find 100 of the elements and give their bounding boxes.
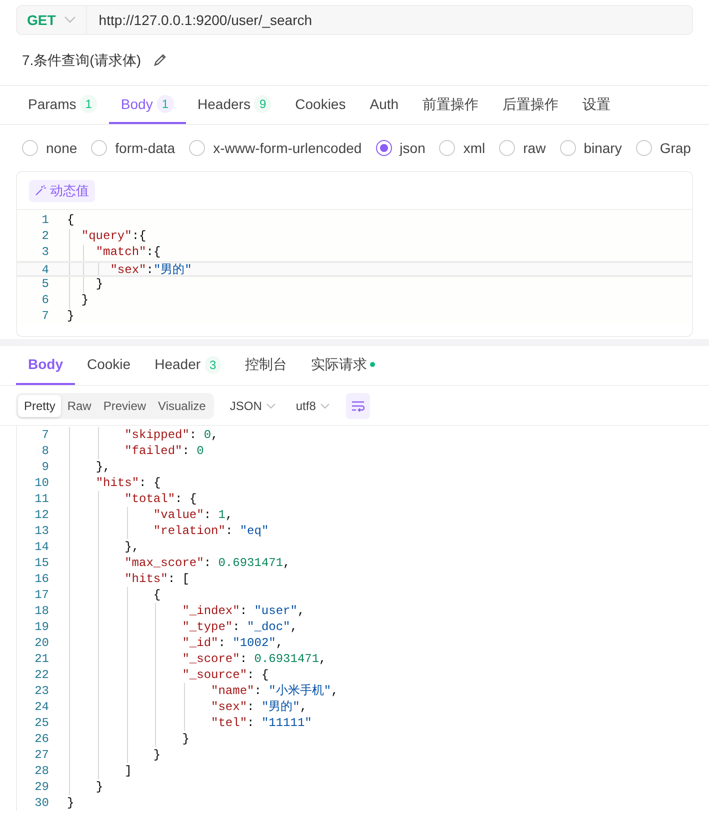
tab[interactable]: Body 1	[108, 86, 186, 124]
view-mode-tab[interactable]: Visualize	[152, 394, 212, 416]
line-number: 20	[34, 635, 50, 651]
count-badge: 1	[156, 95, 174, 113]
code-line: "_type": "_doc",	[181, 620, 298, 634]
line-number: 15	[34, 555, 50, 571]
code-line: {	[152, 588, 161, 602]
radio-button[interactable]	[22, 140, 38, 156]
line-number: 24	[34, 699, 50, 715]
code-line: "_index": "user",	[181, 604, 305, 618]
code-line: }	[152, 748, 161, 762]
code-line: "_score": 0.6931471,	[181, 652, 326, 666]
tab[interactable]: Headers 9	[186, 86, 284, 124]
line-number: 29	[34, 779, 50, 795]
code-line: "query":{	[80, 229, 146, 243]
code-line: "_id": "1002",	[181, 636, 284, 650]
code-line: "name": "小米手机",	[210, 684, 338, 698]
count-badge: 3	[204, 356, 222, 374]
line-number: 4	[40, 263, 50, 275]
code-line: "max_score": 0.6931471,	[124, 556, 290, 570]
line-number: 13	[34, 523, 50, 539]
code-line: },	[94, 460, 110, 474]
code-line: "sex":"男的"	[109, 263, 192, 277]
code-line: }	[94, 277, 104, 291]
line-number: 7	[40, 309, 50, 325]
dropdown[interactable]: JSON	[226, 396, 280, 414]
edit-icon[interactable]	[153, 53, 167, 67]
tab[interactable]: Body	[16, 346, 75, 385]
magic-wand-icon	[35, 185, 46, 196]
chevron-down-icon	[64, 16, 76, 24]
radio-label: xml	[463, 138, 486, 158]
view-mode-tab[interactable]: Raw	[61, 394, 98, 416]
line-number: 21	[34, 651, 50, 667]
code-line: "match":{	[94, 245, 161, 259]
line-number: 12	[34, 507, 50, 523]
view-mode-tab[interactable]: Pretty	[18, 394, 62, 416]
code-line: }	[67, 309, 74, 323]
radio-button[interactable]	[636, 140, 652, 156]
line-number: 14	[34, 539, 50, 555]
line-number: 3	[40, 245, 50, 261]
tab[interactable]: 设置	[570, 86, 623, 124]
view-mode-tab[interactable]: Preview	[97, 394, 152, 416]
radio-button[interactable]	[376, 140, 392, 156]
line-number: 9	[40, 459, 50, 475]
chevron-down-icon	[320, 402, 330, 408]
url-field[interactable]: http://127.0.0.1:9200/user/_search	[86, 10, 312, 30]
code-line: "total": {	[124, 492, 197, 506]
code-line: "hits": [	[124, 572, 190, 586]
line-number: 22	[34, 667, 50, 683]
tab[interactable]: Header 3	[142, 346, 234, 385]
radio-button[interactable]	[189, 140, 206, 156]
line-number: 23	[34, 683, 50, 699]
count-badge: 1	[80, 95, 97, 113]
code-line: "sex": "男的",	[210, 700, 308, 714]
code-line: "skipped": 0,	[124, 428, 218, 442]
code-line: }	[80, 293, 89, 307]
tab[interactable]: 实际请求	[299, 346, 388, 385]
code-line: }	[94, 780, 104, 794]
tab[interactable]: 后置操作	[490, 86, 571, 124]
code-line: "failed": 0	[124, 444, 204, 458]
line-number: 16	[34, 571, 50, 587]
chevron-down-icon	[266, 402, 276, 408]
line-number: 8	[40, 443, 50, 459]
line-number: 11	[34, 491, 50, 507]
radio-label: raw	[523, 138, 546, 158]
tab[interactable]: Params 1	[16, 86, 109, 124]
code-line: "value": 1,	[152, 508, 233, 522]
wrap-lines-button[interactable]	[346, 392, 370, 418]
line-number: 5	[40, 277, 50, 293]
radio-button[interactable]	[439, 140, 456, 156]
tab[interactable]: Cookies	[283, 86, 358, 124]
code-line: "tel": "11111"	[210, 716, 312, 730]
line-number: 2	[40, 229, 50, 245]
tab[interactable]: 控制台	[233, 346, 300, 385]
tab[interactable]: Auth	[358, 86, 411, 124]
radio-button[interactable]	[499, 140, 516, 156]
tab[interactable]: Cookie	[75, 346, 143, 385]
radio-button[interactable]	[91, 140, 108, 156]
code-line: "_source": {	[181, 668, 269, 682]
radio-label: json	[400, 138, 426, 158]
radio-label: Grap	[660, 138, 691, 158]
code-line: }	[67, 796, 74, 810]
line-number: 17	[34, 587, 50, 603]
code-line: {	[67, 213, 74, 227]
radio-label: none	[46, 138, 78, 158]
line-number: 6	[40, 293, 50, 309]
radio-label: x-www-form-urlencoded	[213, 138, 362, 158]
dropdown[interactable]: utf8	[292, 396, 334, 414]
line-number: 28	[34, 763, 50, 779]
code-line: },	[124, 540, 140, 554]
dynamic-value-button[interactable]: 动态值	[29, 180, 95, 202]
line-number: 7	[40, 427, 50, 443]
line-number: 1	[40, 213, 50, 229]
radio-button[interactable]	[560, 140, 576, 156]
code-line: "relation": "eq"	[152, 524, 269, 538]
radio-label: form-data	[115, 138, 176, 158]
line-number: 27	[34, 747, 50, 763]
tab[interactable]: 前置操作	[410, 86, 491, 124]
count-badge: 9	[254, 95, 272, 113]
radio-label: binary	[584, 138, 622, 158]
